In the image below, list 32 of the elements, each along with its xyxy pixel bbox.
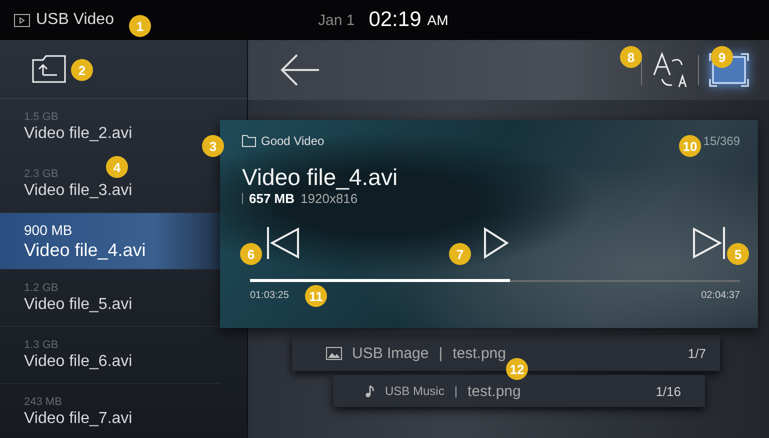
folder-name: Good Video — [261, 134, 324, 148]
previous-icon[interactable] — [266, 226, 300, 260]
back-arrow-icon[interactable] — [280, 53, 320, 87]
image-icon — [326, 346, 342, 360]
clock-time: 02:19 — [368, 8, 422, 32]
separator-mark: | — [438, 344, 443, 362]
track-position: 15/369 — [703, 134, 740, 148]
source-title: USB Video — [36, 11, 114, 29]
media-source-name: USB Image — [352, 344, 429, 362]
media-file-name: test.png — [452, 344, 506, 362]
video-title: Video file_4.avi — [242, 164, 399, 191]
date-text: Jan 1 — [318, 12, 355, 28]
meridiem-text: AM — [427, 12, 448, 28]
folder-icon — [242, 135, 256, 147]
media-position: 1/16 — [656, 384, 681, 398]
resolution-text: 1920x816 — [300, 191, 358, 206]
file-list-item[interactable]: 900 MB Video file_4.avi — [0, 213, 220, 270]
media-source-name: USB Music — [385, 384, 444, 398]
media-position: 1/7 — [688, 346, 706, 360]
next-icon[interactable] — [692, 226, 726, 260]
music-note-icon — [365, 384, 375, 398]
file-list-item[interactable]: 1.3 GB Video file_6.avi — [0, 327, 220, 384]
play-icon[interactable] — [483, 227, 509, 259]
elapsed-time: 01:03:25 — [250, 290, 289, 301]
total-time: 02:04:37 — [701, 290, 740, 301]
media-file-name: test.png — [467, 382, 521, 400]
folder-up-icon[interactable] — [32, 55, 66, 83]
media-source-card[interactable]: USB Music | test.png 1/16 — [333, 375, 705, 407]
separator-mark: | — [454, 384, 458, 398]
video-icon — [14, 14, 30, 26]
file-size: 657 MB — [249, 191, 295, 206]
file-list-item[interactable]: 243 MB Video file_7.avi — [0, 384, 220, 438]
